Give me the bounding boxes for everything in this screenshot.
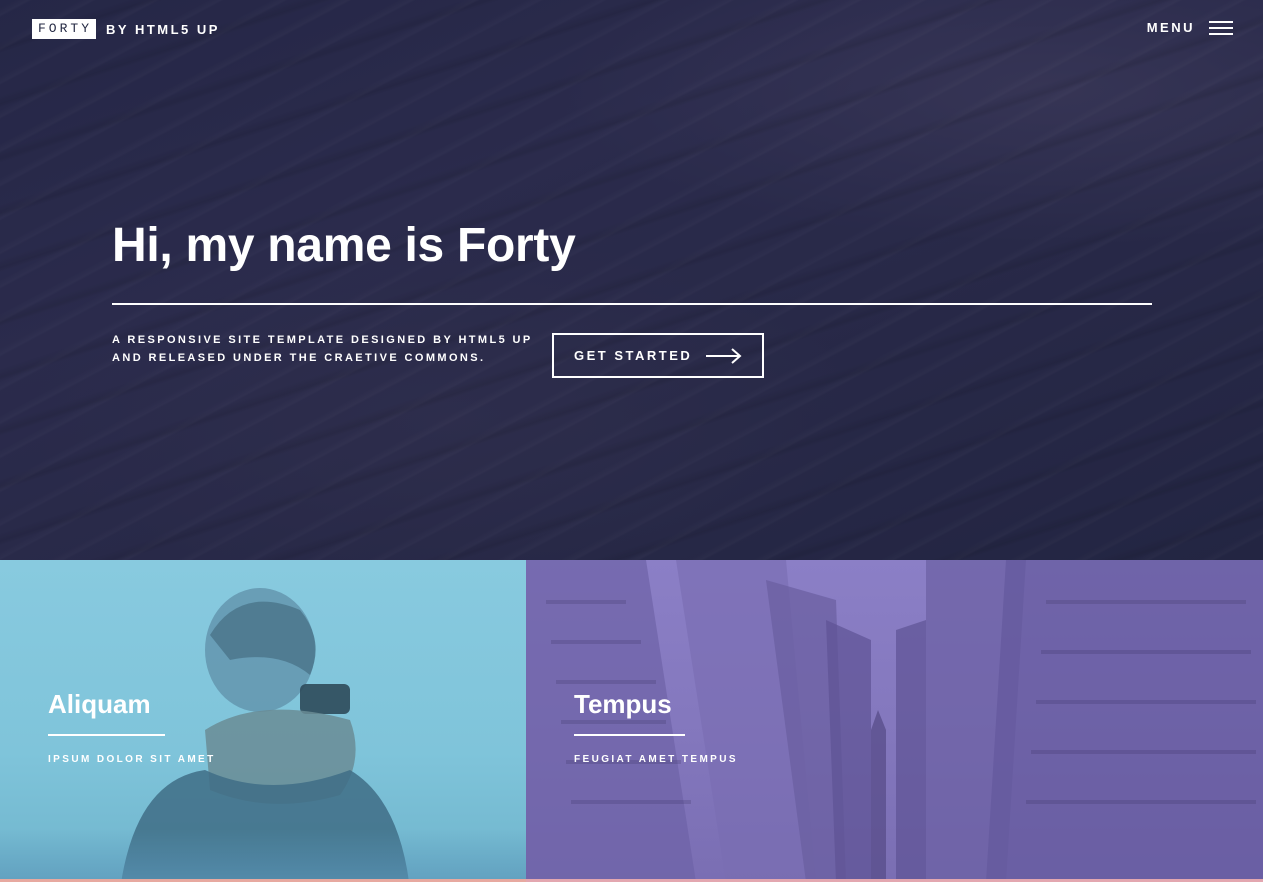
hero-divider bbox=[112, 303, 1152, 305]
hero-content: Hi, my name is Forty A RESPONSIVE SITE T… bbox=[112, 215, 1152, 378]
menu-label[interactable]: MENU bbox=[1147, 20, 1195, 35]
get-started-label[interactable]: GET STARTED bbox=[574, 348, 692, 363]
tile-title[interactable]: Aliquam bbox=[48, 688, 216, 720]
tile-subtitle: FEUGIAT AMET TEMPUS bbox=[574, 754, 738, 765]
logo-byline[interactable]: BY HTML5 UP bbox=[106, 22, 220, 37]
tile-tempus[interactable]: Tempus FEUGIAT AMET TEMPUS bbox=[526, 560, 1263, 882]
tile-aliquam-text: Aliquam IPSUM DOLOR SIT AMET bbox=[48, 688, 216, 765]
site-logo[interactable]: FORTY BY HTML5 UP bbox=[32, 19, 220, 39]
hero-banner: FORTY BY HTML5 UP MENU Hi, my name is Fo… bbox=[0, 0, 1263, 560]
hero-row: A RESPONSIVE SITE TEMPLATE DESIGNED BY H… bbox=[112, 331, 1152, 378]
hamburger-icon[interactable] bbox=[1209, 20, 1233, 35]
hero-subtitle-line-2: AND RELEASED UNDER THE CRAETIVE COMMONS. bbox=[112, 352, 486, 364]
tile-title[interactable]: Tempus bbox=[574, 688, 738, 720]
logo-label[interactable]: FORTY bbox=[32, 19, 97, 39]
tile-divider bbox=[48, 734, 165, 736]
tile-tempus-text: Tempus FEUGIAT AMET TEMPUS bbox=[574, 688, 738, 765]
site-header: FORTY BY HTML5 UP MENU bbox=[0, 0, 1263, 60]
get-started-button[interactable]: GET STARTED bbox=[552, 333, 765, 378]
hero-subtitle-line-1: A RESPONSIVE SITE TEMPLATE DESIGNED BY H… bbox=[112, 334, 533, 346]
tile-subtitle: IPSUM DOLOR SIT AMET bbox=[48, 754, 216, 765]
tile-divider bbox=[574, 734, 685, 736]
menu-button[interactable]: MENU bbox=[1147, 20, 1233, 35]
arrow-right-icon[interactable] bbox=[706, 347, 742, 364]
tile-aliquam[interactable]: Aliquam IPSUM DOLOR SIT AMET bbox=[0, 560, 526, 882]
sea-horizon bbox=[0, 829, 526, 879]
hero-subtitle: A RESPONSIVE SITE TEMPLATE DESIGNED BY H… bbox=[112, 331, 552, 367]
hero-title: Hi, my name is Forty bbox=[112, 219, 576, 272]
